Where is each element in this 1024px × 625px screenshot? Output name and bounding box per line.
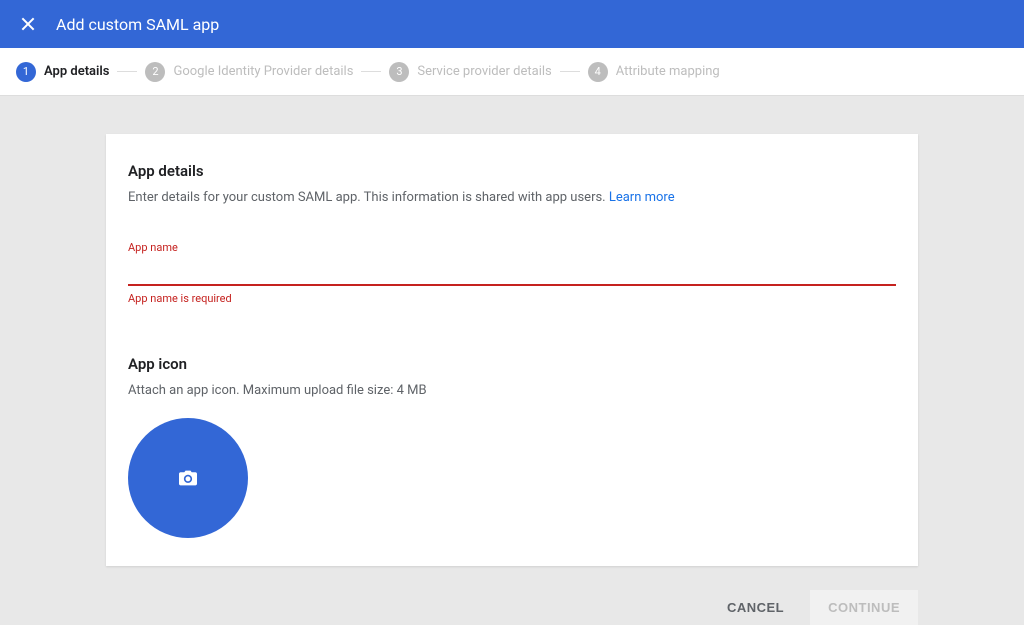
step-number: 4 xyxy=(588,62,608,82)
step-connector xyxy=(361,71,381,72)
desc-text: Enter details for your custom SAML app. … xyxy=(128,190,609,205)
learn-more-link[interactable]: Learn more xyxy=(609,190,675,205)
app-name-label: App name xyxy=(128,241,896,254)
app-icon-title: App icon xyxy=(128,355,896,373)
step-label: Attribute mapping xyxy=(616,64,720,79)
close-icon[interactable] xyxy=(20,16,36,32)
app-name-field: App name App name is required xyxy=(128,241,896,305)
step-label: App details xyxy=(44,64,109,79)
form-card: App details Enter details for your custo… xyxy=(106,134,918,566)
app-details-title: App details xyxy=(128,162,896,180)
step-sp-details[interactable]: 3 Service provider details xyxy=(389,62,551,82)
page-header: Add custom SAML app xyxy=(0,0,1024,48)
content-area: App details Enter details for your custo… xyxy=(0,96,1024,625)
stepper: 1 App details 2 Google Identity Provider… xyxy=(0,48,1024,96)
step-number: 2 xyxy=(145,62,165,82)
action-bar: Cancel Continue xyxy=(106,566,918,625)
step-idp-details[interactable]: 2 Google Identity Provider details xyxy=(145,62,353,82)
continue-button[interactable]: Continue xyxy=(810,590,918,625)
app-icon-section: App icon Attach an app icon. Maximum upl… xyxy=(128,355,896,538)
step-label: Service provider details xyxy=(417,64,551,79)
app-name-error: App name is required xyxy=(128,292,896,305)
step-number: 1 xyxy=(16,62,36,82)
app-icon-desc: Attach an app icon. Maximum upload file … xyxy=(128,383,896,398)
camera-icon xyxy=(178,469,198,487)
app-name-input[interactable] xyxy=(128,258,896,286)
step-label: Google Identity Provider details xyxy=(173,64,353,79)
app-details-desc: Enter details for your custom SAML app. … xyxy=(128,190,896,205)
cancel-button[interactable]: Cancel xyxy=(709,590,802,625)
step-connector xyxy=(560,71,580,72)
page-title: Add custom SAML app xyxy=(56,15,219,34)
step-attribute-mapping[interactable]: 4 Attribute mapping xyxy=(588,62,720,82)
app-icon-upload-button[interactable] xyxy=(128,418,248,538)
step-number: 3 xyxy=(389,62,409,82)
step-app-details[interactable]: 1 App details xyxy=(16,62,109,82)
step-connector xyxy=(117,71,137,72)
